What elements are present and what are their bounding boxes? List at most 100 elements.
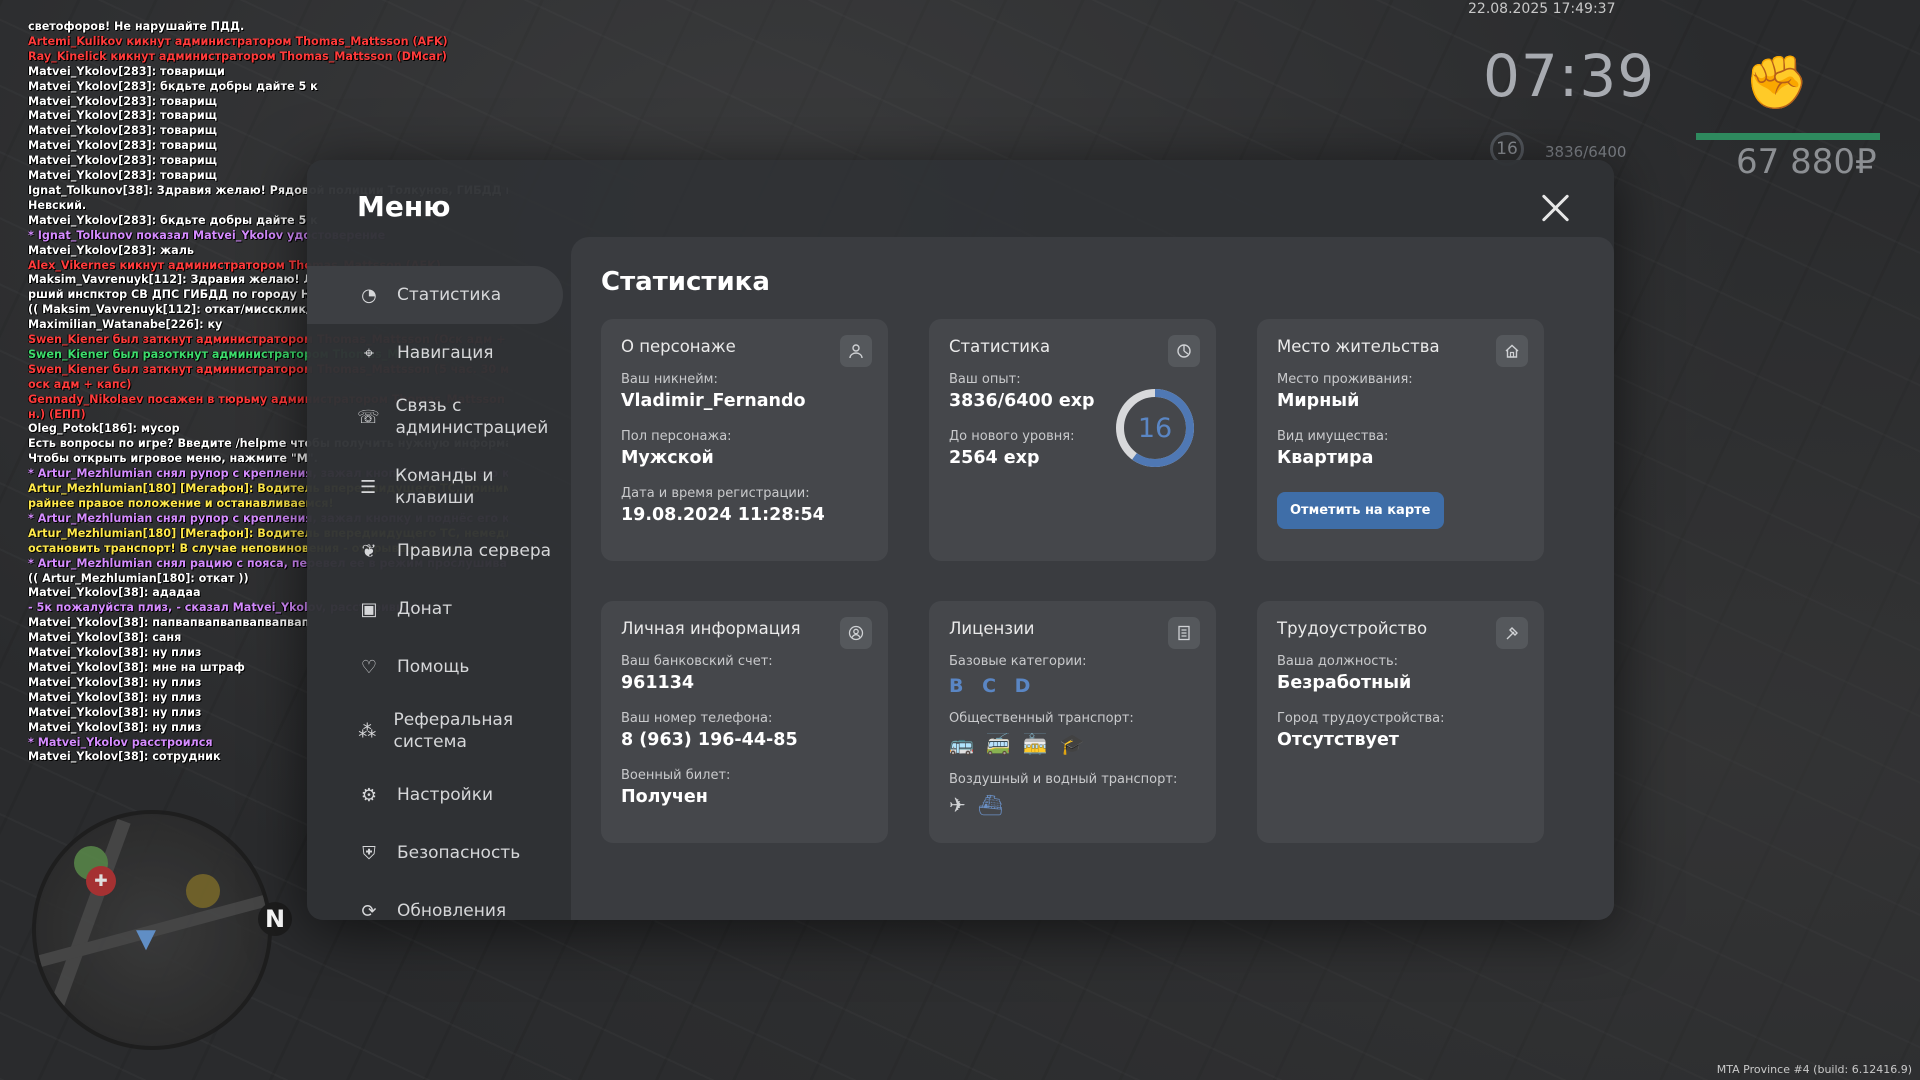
hud-datetime: 22.08.2025 17:49:37: [1468, 1, 1616, 17]
rules-icon: ❦: [361, 540, 377, 562]
menu-window: Меню ◔ Статистика ⌖ Навигация ☏ Связь с админ…: [307, 160, 1614, 922]
card-licenses: Лицензии Базовые категории: B C D Общест…: [929, 601, 1216, 843]
property-value: Квартира: [1277, 448, 1374, 468]
sidebar-item-7[interactable]: ⁂ Реферальная система: [307, 696, 563, 766]
clock-pie-icon: [1168, 335, 1200, 367]
job-city-value: Отсутствует: [1277, 730, 1399, 750]
health-bar: [1696, 133, 1880, 140]
user-circle-icon: [840, 617, 872, 649]
registration-value: 19.08.2024 11:28:54: [621, 505, 825, 525]
fist-icon: ✊: [1744, 53, 1809, 113]
driver-cap-icon: 🎓: [1059, 732, 1085, 756]
bank-label: Ваш банковский счет:: [621, 654, 773, 669]
sidebar-item-label: Донат: [397, 599, 453, 619]
residence-place-value: Мирный: [1277, 391, 1360, 411]
mark-on-map-button[interactable]: Отметить на карте: [1277, 492, 1444, 529]
heart-hand-icon: ♡: [360, 656, 378, 678]
compass-north: N: [258, 902, 292, 936]
registration-label: Дата и время регистрации:: [621, 486, 810, 501]
list-icon: ☰: [359, 476, 377, 498]
hud-money: 67 880₽: [1736, 142, 1877, 182]
sidebar-item-4[interactable]: ❦ Правила сервера: [307, 522, 563, 580]
public-transport-icons: 🚌 🚎 🚋 🎓: [949, 732, 1196, 756]
chat-line: Artemi_Kulikov кикнут администратором Th…: [28, 34, 448, 48]
update-icon: ⟳: [361, 900, 377, 922]
card-title: Личная информация: [621, 619, 801, 638]
sidebar-item-0[interactable]: ◔ Статистика: [307, 266, 563, 324]
chat-line: Matvei_Ykolov[283]: товарищ: [28, 124, 218, 138]
chat-line: Matvei_Ykolov[283]: товарищ: [28, 109, 218, 123]
headset-icon: ☏: [357, 406, 380, 428]
sidebar-item-label: Навигация: [397, 343, 494, 363]
job-label: Ваша должность:: [1277, 654, 1399, 669]
sidebar-item-10[interactable]: ⟳ Обновления: [307, 882, 563, 940]
gender-value: Мужской: [621, 448, 714, 468]
pie-chart-icon: ◔: [361, 284, 377, 306]
card-title: Место жительства: [1277, 337, 1440, 356]
phone-value: 8 (963) 196-44-85: [621, 730, 798, 750]
military-label: Военный билет:: [621, 768, 731, 783]
chat-line: Ray_Kinelick кикнут администратором Thom…: [28, 49, 447, 63]
tram-icon: 🚋: [1022, 732, 1048, 756]
boat-icon: ⛴: [977, 793, 1004, 817]
sidebar-item-6[interactable]: ♡ Помощь: [307, 638, 563, 696]
hud-clock: 07:39: [1483, 42, 1656, 110]
exp-label: Ваш опыт:: [949, 372, 1021, 387]
sidebar-item-label: Правила сервера: [397, 541, 552, 561]
air-water-icons: ✈ ⛴: [949, 793, 1196, 817]
card-residence: Место жительства Место проживания: Мирны…: [1257, 319, 1544, 561]
card-character: О персонаже Ваш никнейм: Vladimir_Fernan…: [601, 319, 888, 561]
level-progress-ring: 16: [1116, 389, 1194, 467]
stats-panel: Статистика О персонаже Ваш никнейм: Vlad…: [571, 237, 1614, 920]
sidebar-item-5[interactable]: ▣ Донат: [307, 580, 563, 638]
sidebar-item-2[interactable]: ☏ Связь с администрацией: [307, 382, 563, 452]
shield-icon: ⛨: [362, 842, 376, 864]
build-info: MTA Province #4 (build: 6.12416.9): [1716, 1063, 1912, 1076]
card-statistics: Статистика Ваш опыт: 3836/6400 exp До но…: [929, 319, 1216, 561]
sidebar-item-3[interactable]: ☰ Команды и клавиши: [307, 452, 563, 522]
map-icon: ⌖: [363, 342, 375, 364]
nickname-label: Ваш никнейм:: [621, 372, 718, 387]
job-city-label: Город трудоустройства:: [1277, 711, 1445, 726]
card-title: О персонаже: [621, 337, 736, 356]
air-water-label: Воздушный и водный транспорт:: [949, 772, 1178, 787]
job-value: Безработный: [1277, 673, 1412, 693]
sidebar-item-label: Помощь: [397, 657, 470, 677]
gear-icon: ⚙: [360, 784, 378, 806]
hud-exp: 3836/6400: [1545, 143, 1627, 161]
card-title: Лицензии: [949, 619, 1035, 638]
phone-label: Ваш номер телефона:: [621, 711, 773, 726]
plane-icon: ✈: [949, 793, 966, 817]
close-button[interactable]: [1538, 190, 1574, 226]
sidebar-item-8[interactable]: ⚙ Настройки: [307, 766, 563, 824]
nickname-value: Vladimir_Fernando: [621, 391, 806, 411]
chat-line: Matvei_Ykolov[283]: товарищ: [28, 94, 218, 108]
card-title: Трудоустройство: [1277, 619, 1428, 638]
sidebar-item-9[interactable]: ⛨ Безопасность: [307, 824, 563, 882]
house-icon: [1496, 335, 1528, 367]
military-value: Получен: [621, 787, 708, 807]
sidebar-item-label: Реферальная система: [393, 710, 514, 752]
level-number: 16: [1138, 413, 1172, 444]
card-employment: Трудоустройство Ваша должность: Безработ…: [1257, 601, 1544, 843]
sidebar-item-label: Безопасность: [397, 843, 521, 863]
sidebar-item-label: Статистика: [397, 285, 502, 305]
page-title: Статистика: [601, 267, 770, 297]
residence-place-label: Место проживания:: [1277, 372, 1413, 387]
player-marker-icon: ▼: [136, 924, 156, 954]
chat-line: Matvei_Ykolov[283]: бкдьте добры дайте 5…: [28, 79, 318, 93]
sidebar-item-label: Обновления: [397, 901, 507, 921]
chat-line: светофоров! Не нарушайте ПДД.: [28, 20, 245, 33]
sidebar-item-1[interactable]: ⌖ Навигация: [307, 324, 563, 382]
base-categories-label: Базовые категории:: [949, 654, 1087, 669]
menu-sidebar: ◔ Статистика ⌖ Навигация ☏ Связь с администра…: [307, 266, 563, 940]
bus-icon: 🚌: [949, 732, 974, 756]
gender-label: Пол персонажа:: [621, 429, 732, 444]
sidebar-item-label: Команды и клавиши: [395, 466, 494, 508]
wallet-icon: ▣: [360, 598, 378, 620]
card-title: Статистика: [949, 337, 1051, 356]
public-transport-label: Общественный транспорт:: [949, 711, 1134, 726]
minimap: ▼ ✚: [32, 810, 272, 1050]
chat-line: Matvei_Ykolov[283]: товарищ: [28, 139, 218, 153]
chat-line: Matvei_Ykolov[283]: товарищи: [28, 64, 225, 78]
